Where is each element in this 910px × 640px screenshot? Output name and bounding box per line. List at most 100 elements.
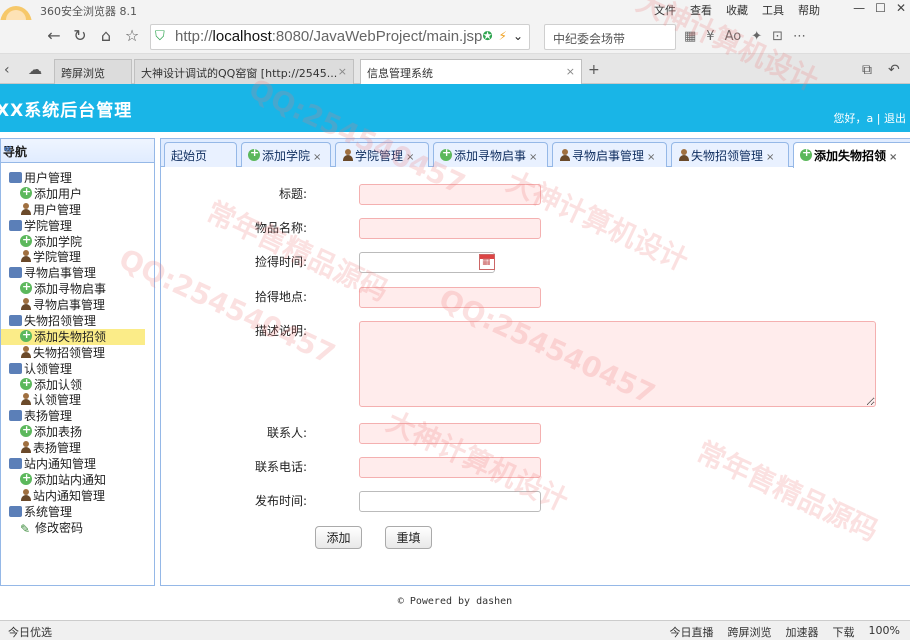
url-text[interactable]: http://localhost:8080/JavaWebProject/mai… — [175, 28, 482, 45]
tree-item[interactable]: 添加失物招领 — [1, 327, 145, 345]
content-tab[interactable]: 起始页 — [164, 142, 237, 167]
screenshot-icon[interactable]: ⊡ — [772, 29, 783, 44]
more-icon[interactable]: ⋯ — [793, 29, 806, 44]
browser-tab-active[interactable]: 信息管理系统 × — [360, 59, 582, 84]
close-icon[interactable]: ✕ — [896, 1, 906, 15]
found-place-input[interactable] — [359, 287, 541, 308]
tab-close-icon[interactable]: × — [647, 152, 655, 163]
tree-item[interactable]: 添加表扬 — [1, 422, 154, 440]
new-tab-icon[interactable]: + — [588, 62, 600, 78]
description-textarea[interactable] — [359, 321, 876, 407]
folder-icon — [9, 267, 22, 279]
tree-label: 认领管理 — [33, 393, 82, 408]
tree-label: 寻物启事管理 — [33, 298, 106, 313]
tab-close-icon[interactable]: × — [529, 152, 537, 163]
menu-file[interactable]: 文件 — [654, 2, 676, 18]
collapse-icon[interactable]: « — [3, 141, 148, 157]
content-tab[interactable]: 添加学院× — [241, 142, 331, 167]
content-tab-label: 添加寻物启事 — [454, 149, 527, 163]
user-icon — [20, 441, 31, 454]
tree-item[interactable]: 添加学院 — [1, 232, 154, 250]
tab-close-icon[interactable]: × — [338, 65, 347, 78]
compat-icon[interactable]: ✪ — [482, 29, 492, 43]
cloud-icon[interactable]: ☁ — [28, 62, 42, 78]
download-link[interactable]: 下载 — [833, 624, 855, 640]
accelerator-link[interactable]: 加速器 — [786, 624, 819, 640]
tree-item[interactable]: 站内通知管理 — [1, 488, 154, 504]
wallet-icon[interactable]: ¥ — [706, 29, 714, 44]
zoom-level[interactable]: 100% — [869, 624, 900, 640]
calendar-icon[interactable] — [479, 254, 495, 270]
apps-icon[interactable]: ▦ — [684, 29, 696, 44]
tree-item[interactable]: 用户管理 — [1, 202, 154, 218]
crossscreen-link[interactable]: 跨屏浏览 — [728, 624, 772, 640]
maximize-icon[interactable]: ☐ — [875, 1, 886, 15]
folder-icon — [9, 315, 22, 327]
tree-item[interactable]: 认领管理 — [1, 392, 154, 408]
content-tab[interactable]: 添加寻物启事× — [433, 142, 548, 167]
tree-item[interactable]: 添加寻物启事 — [1, 279, 154, 297]
found-time-input[interactable] — [359, 252, 495, 273]
tree-item[interactable]: 添加用户 — [1, 184, 154, 202]
browser-tab-crossscreen[interactable]: 跨屏浏览 — [54, 59, 132, 84]
content-tab[interactable]: 失物招领管理 × — [671, 142, 789, 167]
tab-close-icon[interactable]: × — [406, 152, 414, 163]
reset-button[interactable]: 重填 — [385, 526, 432, 549]
add-button[interactable]: 添加 — [315, 526, 362, 549]
user-icon — [20, 298, 31, 311]
lightning-icon[interactable]: ⚡ — [499, 29, 507, 43]
tree-item[interactable]: 学院管理 — [1, 249, 154, 265]
add-icon — [20, 375, 32, 391]
folder-icon — [9, 219, 22, 231]
tree-item[interactable]: 失物招领管理 — [1, 345, 154, 361]
back-icon[interactable]: ← — [44, 26, 64, 46]
extension-icon[interactable]: ✦ — [751, 29, 762, 44]
search-box[interactable]: 中纪委会场带 — [544, 24, 676, 50]
logout-link[interactable]: 退出 — [884, 112, 906, 125]
tree-label: 学院管理 — [33, 250, 82, 265]
menu-tools[interactable]: 工具 — [762, 2, 784, 18]
tree-label: 添加站内通知 — [34, 472, 107, 487]
live-link[interactable]: 今日直播 — [670, 624, 714, 640]
tab-close-icon[interactable]: × — [566, 65, 575, 78]
home-icon[interactable]: ⌂ — [96, 26, 116, 46]
item-name-input[interactable] — [359, 218, 541, 239]
tree-item[interactable]: 表扬管理 — [1, 440, 154, 456]
user-icon — [678, 149, 689, 161]
address-bar[interactable]: ⛉ http://localhost:8080/JavaWebProject/m… — [150, 24, 530, 50]
menu-favorites[interactable]: 收藏 — [726, 2, 748, 18]
tree-group[interactable]: 系统管理 — [1, 504, 154, 520]
tree-item[interactable]: 添加站内通知 — [1, 470, 154, 488]
publish-time-input[interactable] — [359, 491, 541, 512]
content-tab[interactable]: 寻物启事管理 × — [552, 142, 667, 167]
star-icon[interactable]: ☆ — [122, 26, 142, 46]
tab-close-icon[interactable]: × — [766, 152, 774, 163]
refresh-icon[interactable]: ↻ — [70, 26, 90, 46]
undo-icon[interactable]: ↶ — [888, 62, 900, 78]
minimize-icon[interactable]: — — [853, 1, 865, 15]
security-shield-icon: ⛉ — [155, 29, 165, 44]
tree-item[interactable]: 添加认领 — [1, 375, 154, 393]
daily-picks-link[interactable]: 今日优选 — [8, 624, 52, 640]
address-icons: ✪ ⚡ ⌄ — [482, 29, 523, 43]
tab-scroll-left-icon[interactable]: ‹ — [4, 62, 10, 78]
tab-close-icon[interactable]: × — [313, 152, 321, 163]
tree-item[interactable]: 寻物启事管理 — [1, 297, 154, 313]
content-tab[interactable]: 学院管理 × — [335, 142, 429, 167]
folder-icon — [9, 172, 22, 183]
browser-tab-qq[interactable]: 大神设计调试的QQ窑窗 [http://2545... × — [134, 59, 354, 84]
contact-input[interactable] — [359, 423, 541, 444]
pdf-icon[interactable]: Ao — [725, 29, 742, 44]
menu-help[interactable]: 帮助 — [798, 2, 820, 18]
dropdown-icon[interactable]: ⌄ — [513, 29, 523, 43]
tree-label: 表扬管理 — [33, 441, 82, 456]
tree-item[interactable]: ✎ 修改密码 — [1, 520, 154, 536]
phone-input[interactable] — [359, 457, 541, 478]
content-tab-label: 学院管理 — [355, 149, 404, 163]
tree-label: 添加用户 — [34, 186, 83, 201]
title-input[interactable] — [359, 184, 541, 205]
menu-view[interactable]: 查看 — [690, 2, 712, 18]
tab-close-icon[interactable]: × — [889, 152, 897, 163]
restore-tab-icon[interactable]: ⧉ — [862, 62, 872, 78]
content-tab[interactable]: 添加失物招领× — [793, 142, 910, 168]
